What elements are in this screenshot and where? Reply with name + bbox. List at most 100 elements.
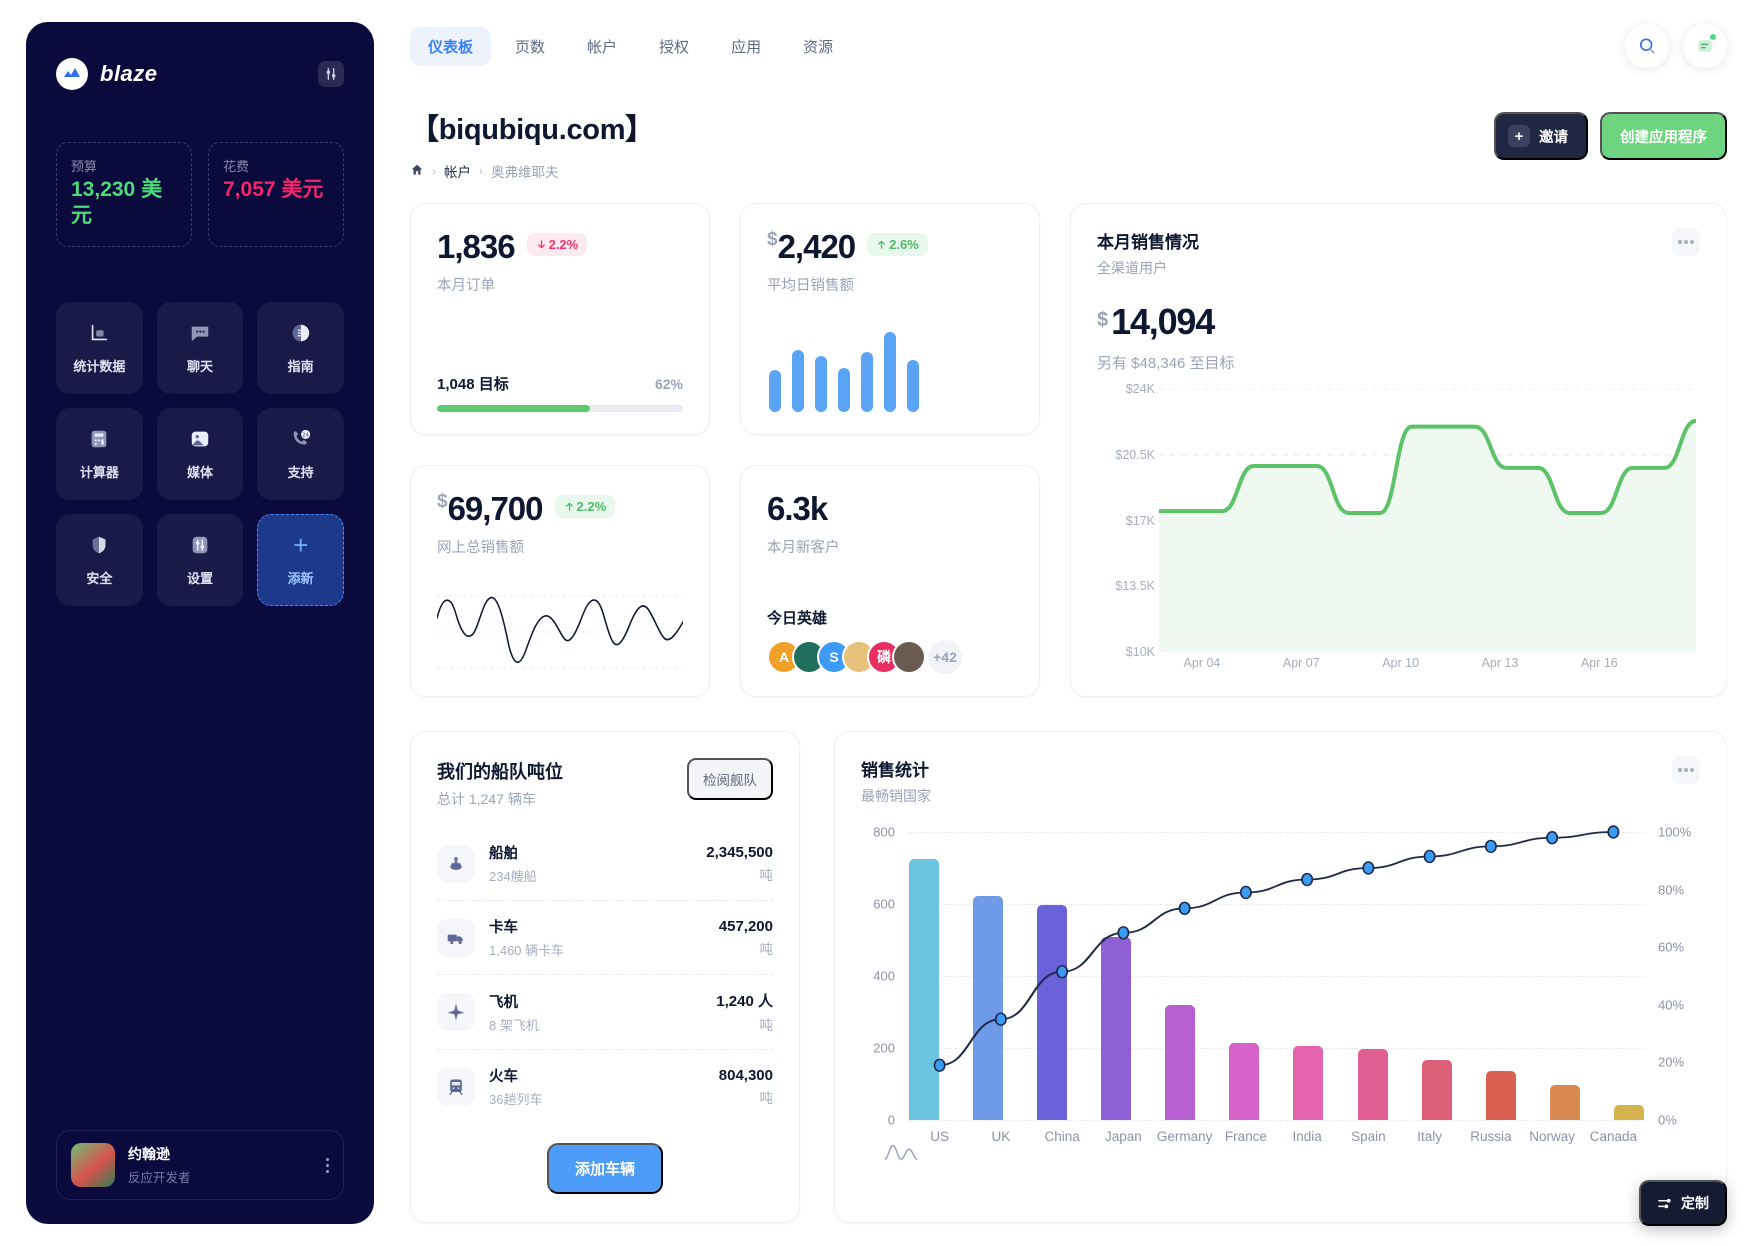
orders-caption: 本月订单: [437, 278, 495, 294]
fleet-row-texts: 火车 36趟列车: [489, 1065, 705, 1108]
fleet-row-name: 飞机: [489, 994, 518, 1011]
orders-progress-track: [437, 405, 683, 412]
sidebar-item-label: 统计数据: [73, 359, 126, 374]
sidebar-item-add-new[interactable]: + 添新: [257, 513, 344, 606]
kebab-menu-icon[interactable]: [326, 1157, 329, 1173]
chat-bubble-icon: [187, 320, 213, 346]
breadcrumb-item-current: 奥弗维耶夫: [491, 165, 559, 180]
fleet-row[interactable]: 船舶 234艘船 2,345,500 吨: [437, 827, 773, 901]
add-vehicle-button[interactable]: 添加车辆: [546, 1143, 663, 1194]
truck-icon: [437, 918, 475, 957]
tab-resources[interactable]: 资源: [785, 27, 851, 66]
month-sales-plot: [1157, 388, 1698, 653]
sidebar-item-label: 支持: [287, 465, 314, 480]
spend-value: 7,057 美元: [223, 178, 324, 201]
fleet-list: 船舶 234艘船 2,345,500 吨卡车 1,460 辆卡车 457,200 吨飞机 8 …: [437, 827, 773, 1123]
blaze-logo-icon: [56, 58, 88, 90]
top-grid: 1,836 2.2% 本月订单 1,048 目标 62% $2,420 2.6%…: [410, 203, 1727, 697]
pareto-x-tick: UK: [991, 1129, 1011, 1144]
sidebar-item-support[interactable]: 24 支持: [257, 407, 344, 500]
arrow-up-icon: [878, 240, 886, 249]
sidebar-item-stats[interactable]: 统计数据: [56, 301, 143, 394]
avg-daily-number: 2,420: [777, 228, 857, 265]
create-app-button[interactable]: 创建应用程序: [1600, 112, 1727, 160]
tab-authorization[interactable]: 授权: [641, 27, 707, 66]
sidebar-item-label: 计算器: [79, 465, 119, 480]
ellipsis-icon[interactable]: [1672, 756, 1700, 784]
home-icon[interactable]: [410, 163, 424, 180]
orders-goal-percent: 62%: [654, 376, 683, 392]
search-button[interactable]: [1625, 24, 1669, 68]
pareto-x-tick: China: [1044, 1129, 1080, 1144]
x-tick-label: Apr 10: [1382, 656, 1420, 670]
invite-button[interactable]: + 邀请: [1494, 112, 1588, 160]
ship-icon: [437, 844, 475, 883]
sidebar-item-media[interactable]: 媒体: [156, 407, 244, 500]
new-customers-value: 6.3k: [767, 490, 828, 527]
avg-daily-currency: $: [767, 229, 778, 250]
fleet-row[interactable]: 火车 36趟列车 804,300 吨: [437, 1050, 773, 1123]
avg-daily-value: $2,420: [767, 228, 857, 265]
month-sales-column: 本月销售情况 全渠道用户 $ 14,094 另有 $48,346 至目标 $24…: [1070, 203, 1727, 697]
customize-button[interactable]: 定制: [1639, 1180, 1727, 1226]
mini-bar: [792, 350, 804, 412]
fleet-row-name: 卡车: [489, 920, 518, 936]
arrow-up-icon: [565, 502, 573, 511]
stat-cards-grid: 1,836 2.2% 本月订单 1,048 目标 62% $2,420 2.6%…: [410, 203, 1040, 697]
fleet-row[interactable]: 卡车 1,460 辆卡车 457,200 吨: [437, 901, 773, 975]
tab-apps[interactable]: 应用: [713, 27, 779, 66]
sidebar-item-security[interactable]: 安全: [56, 513, 143, 606]
y-tick-label: $13.5K: [1115, 579, 1155, 594]
app-root: blaze 预算 13,230 美元 花费 7,057 美元 统计数据 聊天 指…: [0, 0, 1753, 1246]
pareto-y-tick-right: 80%: [1658, 882, 1685, 898]
sidebar-item-label: 媒体: [186, 465, 213, 480]
hero-avatar-more[interactable]: +42: [928, 640, 962, 674]
fleet-row-meta: 36趟列车: [489, 1092, 543, 1107]
review-fleet-button[interactable]: 检阅舰队: [687, 758, 773, 800]
online-sales-stat-card: $69,700 2.2% 网上总销售额: [410, 465, 710, 697]
bottom-grid: 我们的船队吨位 总计 1,247 辆车 检阅舰队 船舶 234艘船 2,345,50…: [410, 731, 1727, 1223]
breadcrumb-item-accounts[interactable]: 帐户: [444, 161, 471, 181]
tab-accounts[interactable]: 帐户: [569, 27, 635, 66]
sidebar-profile[interactable]: 约翰逊 反应开发者: [56, 1130, 344, 1200]
sales-stats-header: 销售统计 最畅销国家: [861, 756, 1700, 806]
mini-bar: [769, 370, 781, 412]
breadcrumb-separator: ›: [432, 164, 436, 178]
spend-card[interactable]: 花费 7,057 美元: [208, 142, 344, 247]
orders-delta-badge: 2.2%: [526, 233, 588, 256]
month-sales-titles: 本月销售情况 全渠道用户: [1097, 228, 1199, 278]
orders-goal-label: 1,048 目标: [437, 376, 509, 393]
pareto-y-tick-right: 100%: [1658, 824, 1692, 840]
tab-pages[interactable]: 页数: [497, 27, 563, 66]
tab-dashboard[interactable]: 仪表板: [410, 26, 492, 66]
sidebar-item-calculator[interactable]: 计算器: [56, 407, 143, 500]
month-sales-x-axis: Apr 04 Apr 07 Apr 10 Apr 13 Apr 16: [1159, 656, 1696, 678]
ellipsis-icon[interactable]: [1672, 228, 1700, 256]
heroes-avatar-group[interactable]: A S 磷 +42: [767, 640, 1013, 674]
fleet-row-amount: 1,240 人: [716, 993, 773, 1010]
month-sales-card: 本月销售情况 全渠道用户 $ 14,094 另有 $48,346 至目标 $24…: [1070, 203, 1727, 697]
pareto-y-tick-right: 0%: [1658, 1112, 1677, 1128]
hero-avatar[interactable]: [892, 640, 926, 674]
notifications-button[interactable]: [1683, 24, 1727, 68]
phone-24-icon: 24: [288, 426, 314, 452]
fleet-row-values: 804,300 吨: [719, 1067, 773, 1107]
sidebar-item-guide[interactable]: 指南: [257, 301, 344, 394]
x-tick-label: Apr 04: [1183, 656, 1221, 670]
fleet-row[interactable]: 飞机 8 架飞机 1,240 人吨: [437, 975, 773, 1050]
orders-value: 1,836: [437, 228, 516, 265]
online-sales-caption: 网上总销售额: [437, 540, 524, 556]
month-sales-value: 14,094: [1111, 301, 1215, 342]
orders-delta-value: 2.2%: [548, 237, 579, 252]
y-tick-label: $17K: [1125, 513, 1155, 528]
brand[interactable]: blaze: [56, 58, 158, 90]
avg-daily-value-row: $2,420 2.6%: [767, 230, 1013, 263]
budget-card[interactable]: 预算 13,230 美元: [56, 142, 192, 247]
sidebar-item-chat[interactable]: 聊天: [156, 301, 244, 394]
fleet-row-unit: 吨: [759, 1090, 774, 1106]
sidebar-item-settings[interactable]: 设置: [156, 513, 244, 606]
profile-name: 约翰逊: [128, 1146, 170, 1162]
topbar: 仪表板 页数 帐户 授权 应用 资源: [410, 0, 1727, 68]
sliders-icon[interactable]: [318, 61, 344, 87]
